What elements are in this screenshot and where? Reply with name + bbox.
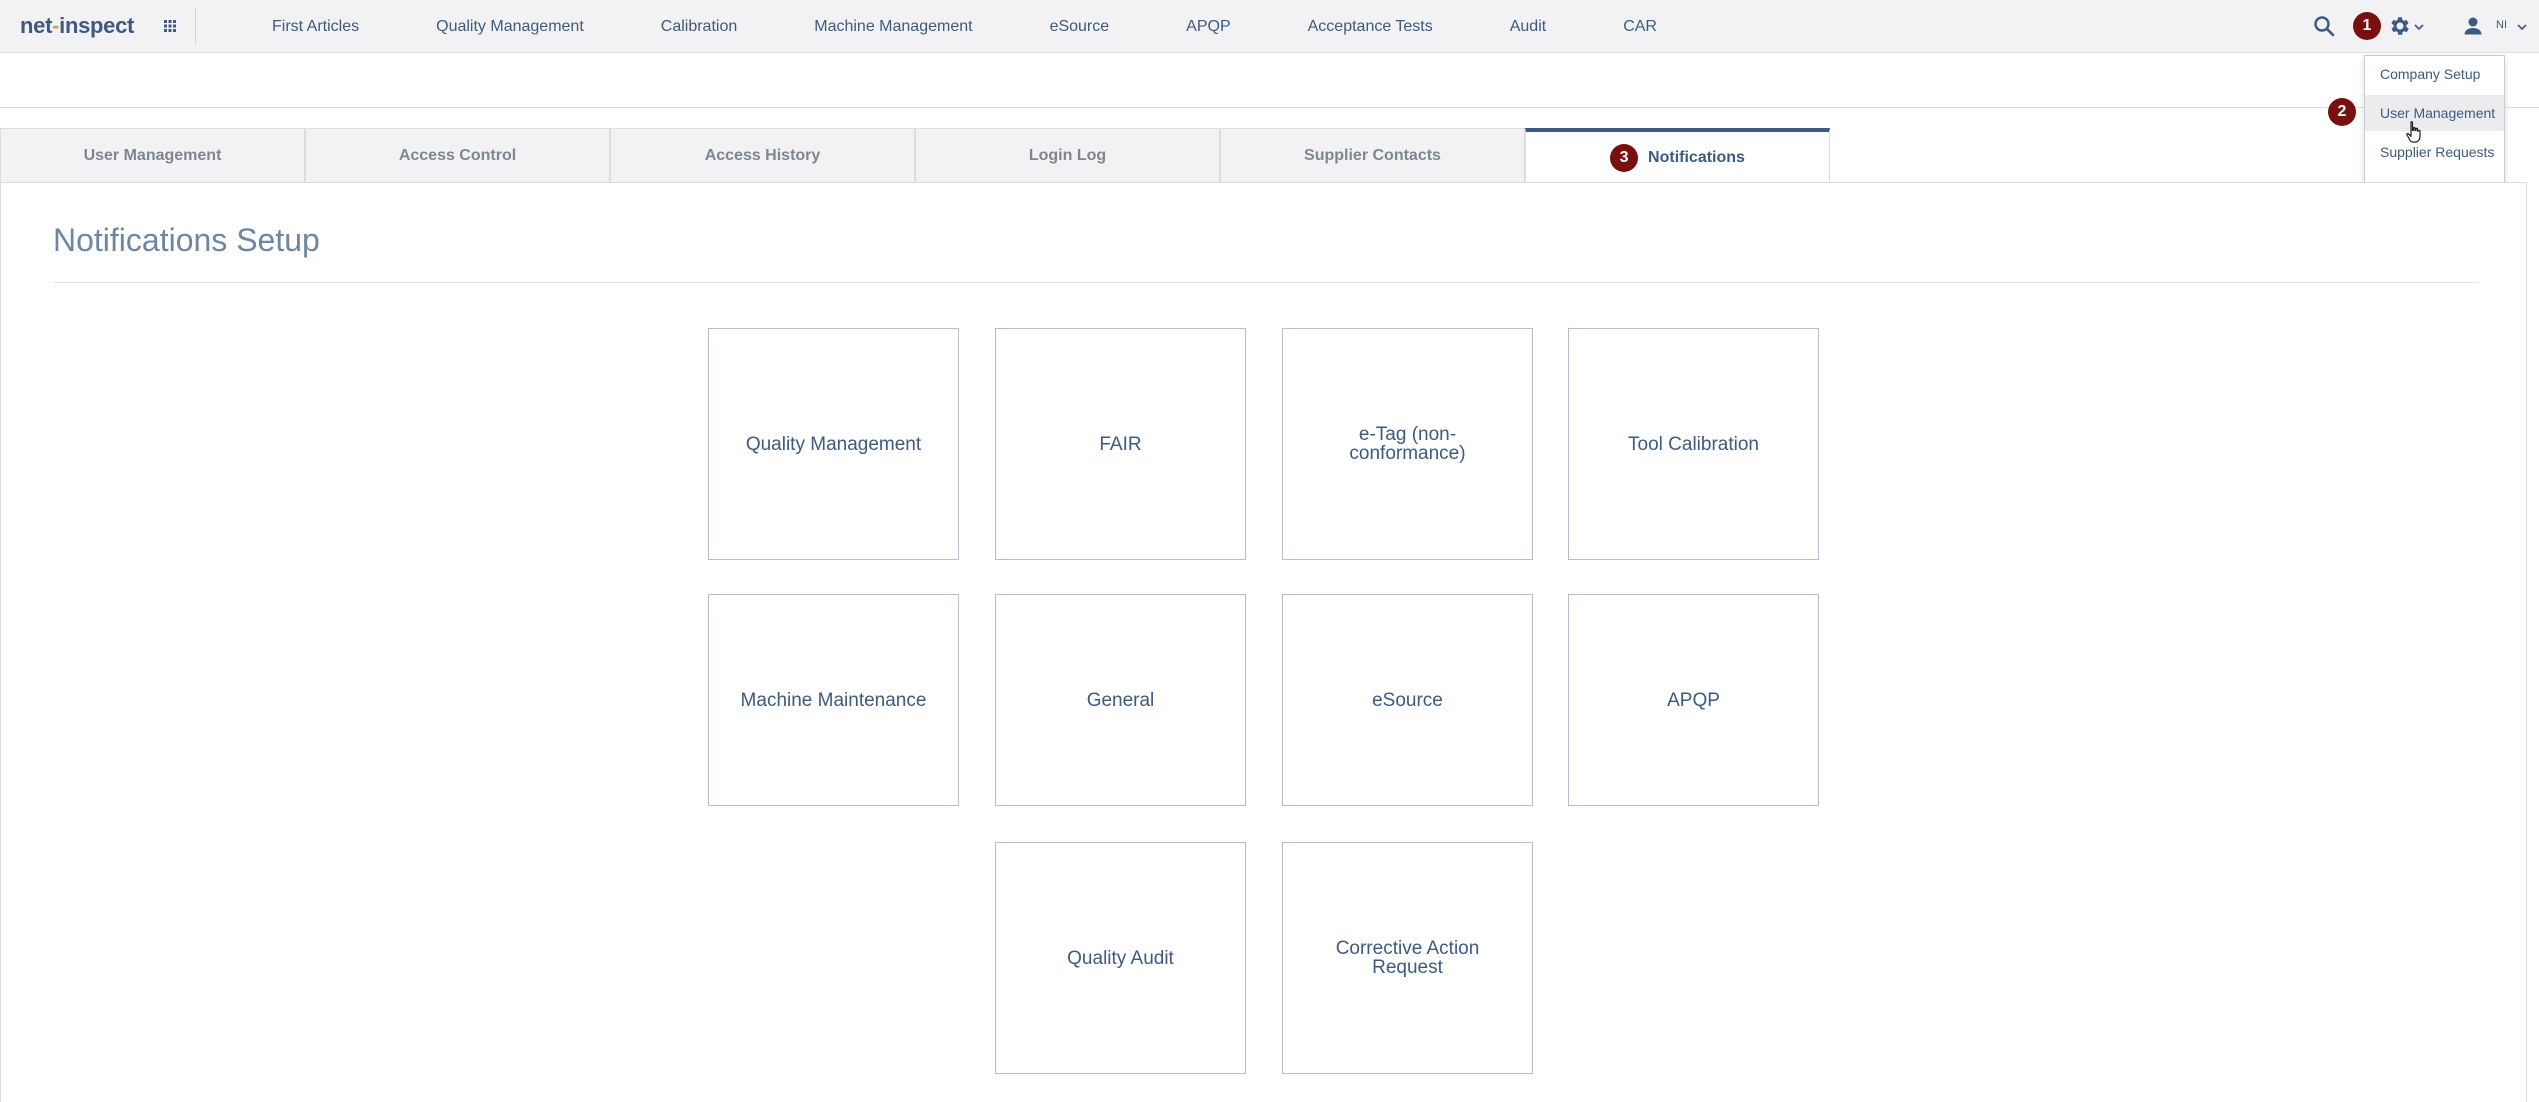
step-badge-3: 3 [1610, 143, 1639, 172]
hand-pointer-cursor-icon [2406, 121, 2421, 143]
nav-apqp[interactable]: APQP [1186, 18, 1230, 36]
net-inspect-logo[interactable]: net-inspect [20, 13, 134, 39]
nav-machine-management[interactable]: Machine Management [814, 18, 972, 36]
app-grid-icon[interactable] [164, 20, 176, 32]
tab-user-management[interactable]: User Management [0, 128, 305, 183]
tile-corrective-action-request[interactable]: Corrective Action Request [1282, 842, 1533, 1074]
nav-quality-management[interactable]: Quality Management [436, 18, 584, 36]
tab-notifications-label: Notifications [1648, 148, 1745, 166]
user-icon[interactable] [2462, 15, 2484, 37]
user-chevron-down-icon[interactable] [2517, 23, 2527, 31]
nav-acceptance-tests[interactable]: Acceptance Tests [1308, 18, 1433, 36]
tab-login-log[interactable]: Login Log [915, 128, 1220, 183]
menu-item-user-management[interactable]: User Management [2365, 95, 2504, 131]
gear-chevron-down-icon[interactable] [2414, 23, 2424, 31]
tile-machine-maintenance[interactable]: Machine Maintenance [708, 594, 959, 806]
step-badge-1: 1 [2353, 12, 2381, 40]
tile-apqp[interactable]: APQP [1568, 594, 1819, 806]
nav-audit[interactable]: Audit [1510, 18, 1546, 36]
tile-etag-nonconformance[interactable]: e-Tag (non-conformance) [1282, 328, 1533, 560]
page-title: Notifications Setup [53, 222, 320, 258]
nav-first-articles[interactable]: First Articles [272, 18, 359, 36]
tile-esource[interactable]: eSource [1282, 594, 1533, 806]
menu-item-supplier-requests[interactable]: Supplier Requests [2365, 134, 2504, 170]
gear-icon[interactable] [2388, 14, 2412, 38]
menu-item-company-setup[interactable]: Company Setup [2365, 56, 2504, 92]
notifications-panel [0, 182, 2527, 1102]
logo-text-inspect: inspect [59, 13, 135, 38]
nav-esource[interactable]: eSource [1050, 18, 1110, 36]
tab-supplier-contacts[interactable]: Supplier Contacts [1220, 128, 1525, 183]
nav-divider [195, 8, 196, 44]
top-navbar: net-inspect First Articles Quality Manag… [0, 0, 2539, 53]
tab-notifications[interactable]: 3 Notifications [1525, 128, 1830, 183]
subheader-divider [0, 107, 2539, 108]
tile-fair[interactable]: FAIR [995, 328, 1246, 560]
title-divider [53, 282, 2478, 283]
tile-tool-calibration[interactable]: Tool Calibration [1568, 328, 1819, 560]
search-icon[interactable] [2313, 15, 2335, 37]
step-badge-2: 2 [2328, 98, 2356, 126]
user-initials[interactable]: NI [2496, 19, 2507, 31]
main-nav: First Articles Quality Management Calibr… [272, 0, 1734, 53]
tile-quality-audit[interactable]: Quality Audit [995, 842, 1246, 1074]
nav-calibration[interactable]: Calibration [661, 18, 737, 36]
logo-text-net: net [20, 13, 53, 38]
tile-general[interactable]: General [995, 594, 1246, 806]
tab-access-history[interactable]: Access History [610, 128, 915, 183]
nav-car[interactable]: CAR [1623, 18, 1657, 36]
tab-access-control[interactable]: Access Control [305, 128, 610, 183]
tile-quality-management[interactable]: Quality Management [708, 328, 959, 560]
